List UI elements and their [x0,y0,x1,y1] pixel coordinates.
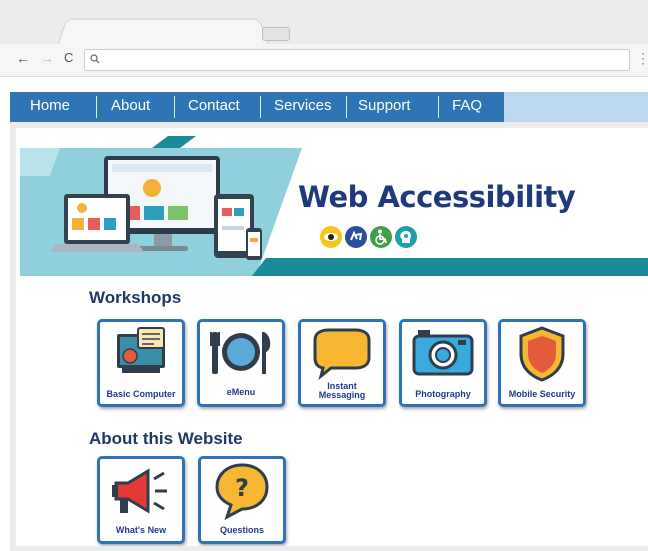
tile-label: Basic Computer [106,389,176,399]
phone-icon [246,228,262,260]
tile-label: Instant Messaging [318,381,366,400]
back-icon[interactable]: ← [16,50,30,66]
nav-contact[interactable]: Contact [188,92,240,122]
workshops-heading: Workshops [89,288,182,307]
browser-tab[interactable] [57,18,269,46]
nav-divider [174,96,175,118]
main-navbar [10,92,504,122]
page-bottom-edge [10,546,648,551]
sign-language-icon [345,226,367,248]
nav-divider [346,96,347,118]
cognitive-icon [395,226,417,248]
wheelchair-icon [370,226,392,248]
tile-label: eMenu [226,387,256,397]
workshop-photography-tile[interactable]: Photography [399,319,487,407]
tile-label: Mobile Security [508,389,576,399]
nav-divider [438,96,439,118]
search-icon [90,54,100,64]
browser-menu-icon[interactable]: ⋮ [636,50,648,67]
navbar-extension [504,92,648,122]
address-bar[interactable] [84,49,630,71]
forward-icon[interactable]: → [40,50,54,66]
tile-label: Questions [219,525,264,535]
workshop-emenu-tile[interactable]: eMenu [197,319,285,407]
nav-faq[interactable]: FAQ [452,92,482,122]
workshop-basic-computer-tile[interactable]: Basic Computer [97,319,185,407]
workshop-mobile-security-tile[interactable]: Mobile Security [498,319,586,407]
nav-divider [96,96,97,118]
nav-divider [260,96,261,118]
about-questions-tile[interactable]: ? Questions [198,456,286,544]
banner-title: Web Accessibility [298,180,576,214]
workshop-instant-messaging-tile[interactable]: Instant Messaging [298,319,386,407]
reload-icon[interactable]: C [64,50,73,65]
about-heading: About this Website [89,429,243,448]
about-whats-new-tile[interactable]: What's New [97,456,185,544]
svg-text:?: ? [235,474,249,502]
new-tab-button[interactable] [262,27,290,41]
nav-support[interactable]: Support [358,92,411,122]
tile-label: What's New [115,525,167,535]
tile-label: Photography [415,389,471,399]
nav-services[interactable]: Services [274,92,332,122]
eye-icon [320,226,342,248]
nav-about[interactable]: About [111,92,150,122]
nav-home[interactable]: Home [30,92,70,122]
